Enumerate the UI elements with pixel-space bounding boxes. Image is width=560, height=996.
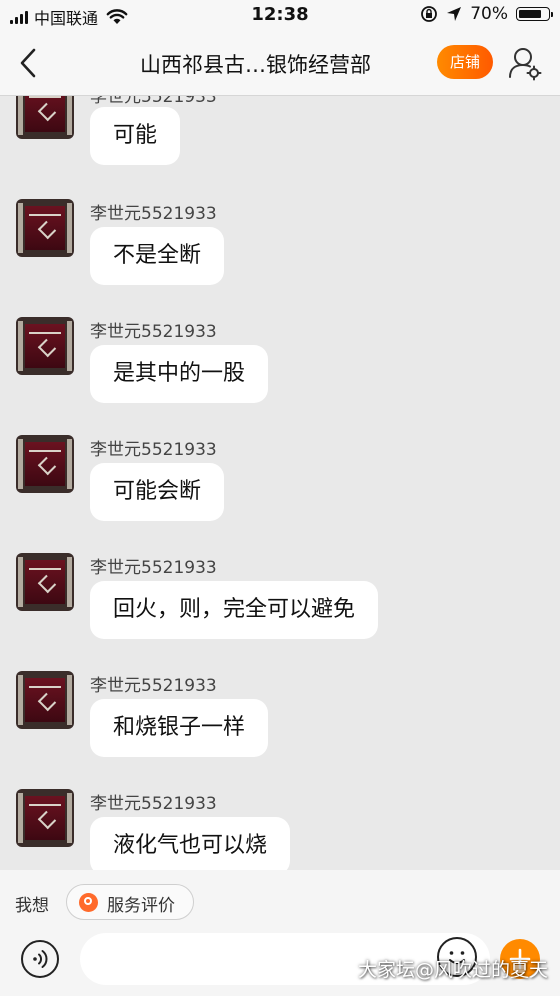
message-bubble[interactable]: 可能会断 xyxy=(90,463,225,521)
sender-name: 李世元5521933 xyxy=(90,676,217,696)
battery-icon xyxy=(516,7,553,21)
avatar[interactable] xyxy=(16,199,74,257)
back-button[interactable] xyxy=(14,46,44,80)
voice-icon xyxy=(33,950,48,968)
watermark: 大家坛@风吹过的夏天 xyxy=(357,959,548,981)
avatar[interactable] xyxy=(16,96,74,139)
sender-name: 李世元5521933 xyxy=(90,204,217,224)
location-arrow-icon xyxy=(447,7,462,21)
page-title: 山西祁县古…银饰经营部 xyxy=(140,53,371,77)
message-bubble[interactable]: 不是全断 xyxy=(90,227,225,285)
voice-button[interactable] xyxy=(21,940,59,978)
avatar[interactable] xyxy=(16,553,74,611)
sender-name: 李世元5521933 xyxy=(90,440,217,460)
service-review-label: 服务评价 xyxy=(107,896,175,916)
sender-name: 李世元5521933 xyxy=(90,96,217,107)
orientation-lock-icon xyxy=(421,6,438,22)
shop-button[interactable]: 店铺 xyxy=(437,45,493,79)
chevron-left-icon xyxy=(20,48,36,78)
status-right: 70% xyxy=(420,4,553,24)
nav-bar: 山西祁县古…银饰经营部 店铺 xyxy=(0,32,560,96)
sender-name: 李世元5521933 xyxy=(90,322,217,342)
sender-name: 李世元5521933 xyxy=(90,558,217,578)
service-review-button[interactable]: 服务评价 xyxy=(66,884,194,920)
message-bubble[interactable]: 是其中的一股 xyxy=(90,345,269,403)
sender-name: 李世元5521933 xyxy=(90,794,217,814)
message-bubble[interactable]: 回火，则，完全可以避免 xyxy=(90,581,379,639)
message-bubble[interactable]: 可能 xyxy=(90,107,181,165)
review-icon xyxy=(79,893,98,912)
avatar[interactable] xyxy=(16,435,74,493)
battery-percent: 70% xyxy=(470,4,508,24)
input-bar: 大家坛@风吹过的夏天 xyxy=(0,926,560,996)
user-settings-button[interactable] xyxy=(506,44,544,82)
status-bar: 中国联通 12:38 70% xyxy=(0,0,560,32)
chat-screen: 中国联通 12:38 70% 山西祁县古…银饰经营部 店铺 李世元5521933… xyxy=(0,0,560,996)
avatar[interactable] xyxy=(16,317,74,375)
wo-xiang-label: 我想 xyxy=(15,896,49,916)
user-settings-icon xyxy=(509,48,542,81)
message-bubble[interactable]: 液化气也可以烧 xyxy=(90,817,291,870)
avatar[interactable] xyxy=(16,671,74,729)
message-list[interactable]: 李世元5521933 可能 李世元5521933 不是全断 李世元5521933… xyxy=(0,96,560,870)
avatar[interactable] xyxy=(16,789,74,847)
message-bubble[interactable]: 和烧银子一样 xyxy=(90,699,269,757)
quick-reply-bar: 我想 服务评价 xyxy=(0,870,560,926)
